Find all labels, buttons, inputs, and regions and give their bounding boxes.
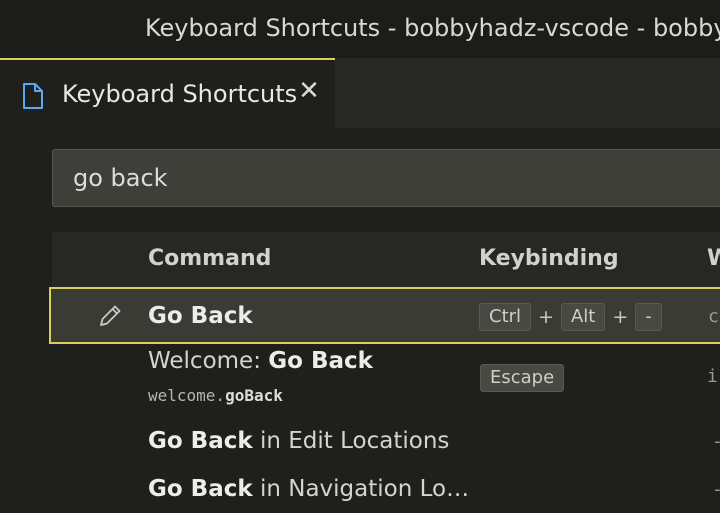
key-cap: Ctrl [479,303,532,331]
search-input[interactable] [73,162,713,194]
command-id-match: goBack [225,386,283,405]
command-match: Go Back [148,476,253,502]
command-match: Go Back [148,428,253,454]
command-name: Go Back [148,303,253,329]
command-context: in Navigation Lo… [252,476,470,502]
key-cap: Escape [480,364,565,392]
when-clause: - [712,431,720,452]
keyboard-shortcuts-window: Keyboard Shortcuts - bobbyhadz-vscode - … [0,0,720,513]
search-box[interactable] [52,149,720,207]
column-header-keybinding[interactable]: Keybinding [479,246,619,271]
column-header-when[interactable]: W [707,246,720,271]
tab-bar: Keyboard Shortcuts ✕ [0,58,720,128]
close-icon[interactable]: ✕ [296,78,322,104]
command-name: Welcome: Go Back [148,348,373,374]
pencil-icon[interactable] [97,303,123,329]
key-separator: + [612,306,629,328]
command-context: in Edit Locations [252,428,450,454]
key-cap: - [635,303,662,331]
keybinding: Ctrl + Alt + - [479,303,662,331]
command-name: Go Back in Navigation Lo… [148,476,469,502]
keybinding: Escape [480,364,565,392]
column-header-command[interactable]: Command [148,246,271,271]
keybindings-table: Command Keybinding W Go Back Ctrl + Alt … [49,232,720,513]
command-id-prefix: welcome. [148,386,226,405]
table-row[interactable]: Go Back in Navigation Lo… - [52,464,720,510]
tab-label: Keyboard Shortcuts [62,80,298,108]
command-category: Welcome: [148,348,269,374]
command-name: Go Back in Edit Locations [148,428,449,454]
table-row[interactable]: Go Back in Edit Locations - [52,416,720,462]
table-header: Command Keybinding W [52,232,720,287]
title-bar: Keyboard Shortcuts - bobbyhadz-vscode - … [0,0,720,58]
when-clause: c [708,306,719,327]
command-id: welcome.goBack [148,386,283,405]
key-separator: + [538,306,554,328]
when-clause: - [712,479,720,500]
table-row[interactable]: Go Back Ctrl + Alt + - c [49,287,720,344]
file-icon [23,83,43,109]
key-cap: Alt [560,303,606,331]
window-title: Keyboard Shortcuts - bobbyhadz-vscode - … [145,14,720,42]
command-match: Go Back [268,348,373,374]
when-clause: i [707,366,718,387]
tab-keyboard-shortcuts[interactable]: Keyboard Shortcuts ✕ [0,58,335,128]
table-row[interactable]: Welcome: Go Back welcome.goBack Escape i [52,344,720,410]
